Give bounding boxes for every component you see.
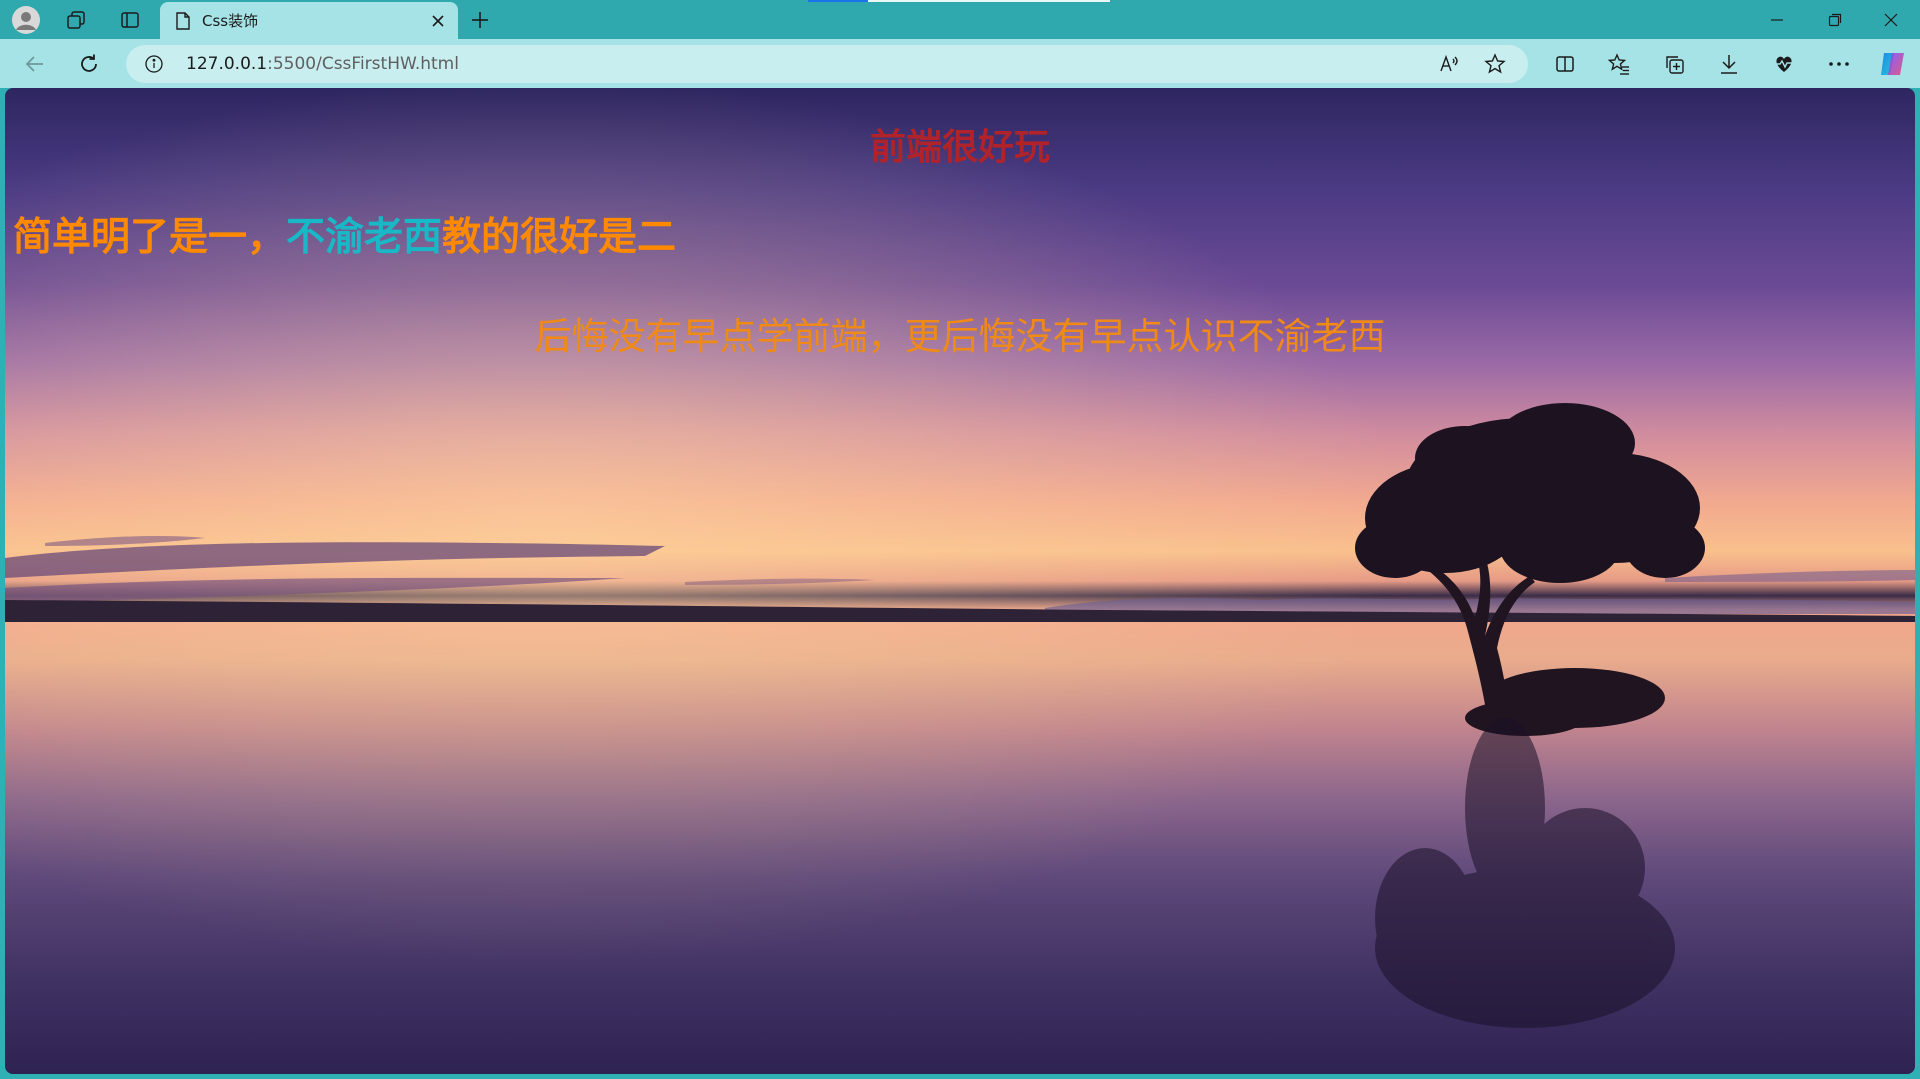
subheading-accent: 不渝老西 xyxy=(286,215,443,260)
tab-active[interactable]: Css装饰 xyxy=(160,2,458,39)
star-icon[interactable] xyxy=(1484,53,1508,77)
subheading-part-1: 简单明了是一， xyxy=(13,215,287,260)
loading-indicator xyxy=(808,0,868,2)
refresh-icon[interactable] xyxy=(70,45,108,83)
tab-strip: Css装饰 xyxy=(0,0,1920,39)
performance-icon[interactable] xyxy=(1765,45,1803,83)
minimize-icon[interactable] xyxy=(1748,0,1806,39)
tab-title: Css装饰 xyxy=(202,12,259,30)
subheading-part-2: 教的很好是二 xyxy=(442,215,677,260)
restore-icon[interactable] xyxy=(1806,0,1864,39)
workspaces-icon[interactable] xyxy=(56,4,96,36)
split-screen-icon[interactable] xyxy=(1546,45,1584,83)
back-arrow-icon[interactable] xyxy=(16,45,54,83)
page-icon xyxy=(174,11,192,30)
plus-icon[interactable] xyxy=(462,4,498,36)
info-icon[interactable] xyxy=(144,54,164,74)
toolbar: 127.0.0.1:5500/CssFirstHW.html xyxy=(0,39,1920,88)
close-icon[interactable] xyxy=(424,7,452,35)
url-path: :5500/CssFirstHW.html xyxy=(267,54,459,74)
page-viewport: 前端很好玩 简单明了是一，不渝老西教的很好是二 后悔没有早点学前端，更后悔没有早… xyxy=(5,88,1915,1074)
favorites-icon[interactable] xyxy=(1600,45,1638,83)
read-aloud-icon[interactable] xyxy=(1438,53,1460,75)
more-icon[interactable] xyxy=(1820,45,1858,83)
copilot-icon[interactable] xyxy=(1874,45,1912,83)
collections-icon[interactable] xyxy=(1655,45,1693,83)
download-icon[interactable] xyxy=(1710,45,1748,83)
tab-actions-icon[interactable] xyxy=(110,4,150,36)
page-heading: 前端很好玩 xyxy=(869,127,1050,168)
close-window-icon[interactable] xyxy=(1862,0,1920,39)
page-paragraph: 后悔没有早点学前端，更后悔没有早点认识不渝老西 xyxy=(534,315,1386,358)
url-text: 127.0.0.1:5500/CssFirstHW.html xyxy=(186,54,459,74)
loading-indicator-track xyxy=(868,0,1110,2)
address-bar[interactable]: 127.0.0.1:5500/CssFirstHW.html xyxy=(126,45,1528,83)
page-subheading: 简单明了是一，不渝老西教的很好是二 xyxy=(13,206,676,262)
profile-icon[interactable] xyxy=(6,4,46,36)
url-host: 127.0.0.1 xyxy=(186,54,268,74)
